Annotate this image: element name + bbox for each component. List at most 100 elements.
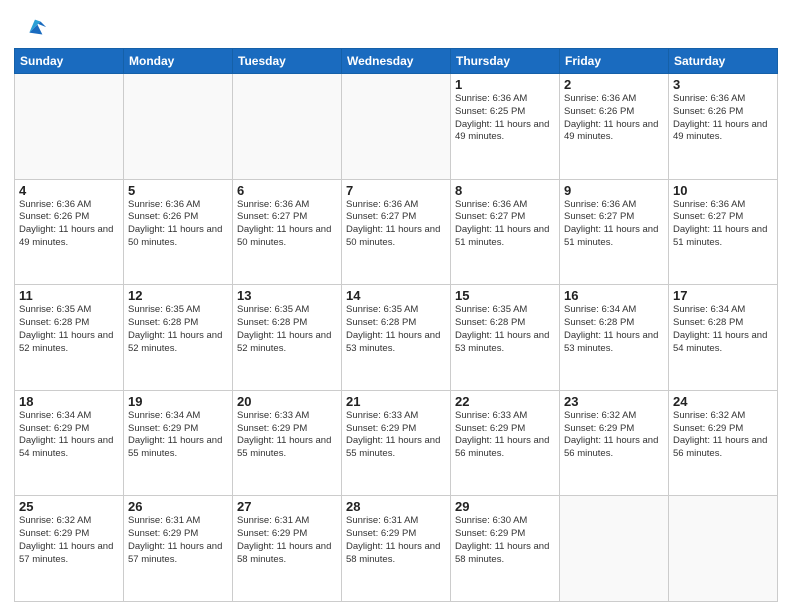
day-number: 25: [19, 499, 119, 514]
calendar-week-row: 11Sunrise: 6:35 AM Sunset: 6:28 PM Dayli…: [15, 285, 778, 391]
calendar-day-cell: [124, 74, 233, 180]
day-info: Sunrise: 6:33 AM Sunset: 6:29 PM Dayligh…: [455, 410, 555, 461]
day-number: 13: [237, 288, 337, 303]
calendar-day-cell: 16Sunrise: 6:34 AM Sunset: 6:28 PM Dayli…: [560, 285, 669, 391]
day-info: Sunrise: 6:35 AM Sunset: 6:28 PM Dayligh…: [455, 304, 555, 355]
day-info: Sunrise: 6:35 AM Sunset: 6:28 PM Dayligh…: [237, 304, 337, 355]
day-number: 17: [673, 288, 773, 303]
day-number: 27: [237, 499, 337, 514]
calendar-week-row: 1Sunrise: 6:36 AM Sunset: 6:25 PM Daylig…: [15, 74, 778, 180]
calendar-day-cell: 6Sunrise: 6:36 AM Sunset: 6:27 PM Daylig…: [233, 179, 342, 285]
calendar-day-cell: [560, 496, 669, 602]
calendar-day-cell: 12Sunrise: 6:35 AM Sunset: 6:28 PM Dayli…: [124, 285, 233, 391]
day-number: 7: [346, 183, 446, 198]
day-number: 24: [673, 394, 773, 409]
calendar-day-cell: 18Sunrise: 6:34 AM Sunset: 6:29 PM Dayli…: [15, 390, 124, 496]
calendar-table: SundayMondayTuesdayWednesdayThursdayFrid…: [14, 48, 778, 602]
weekday-header-saturday: Saturday: [669, 49, 778, 74]
calendar-day-cell: 8Sunrise: 6:36 AM Sunset: 6:27 PM Daylig…: [451, 179, 560, 285]
calendar-week-row: 18Sunrise: 6:34 AM Sunset: 6:29 PM Dayli…: [15, 390, 778, 496]
calendar-day-cell: 27Sunrise: 6:31 AM Sunset: 6:29 PM Dayli…: [233, 496, 342, 602]
day-number: 21: [346, 394, 446, 409]
calendar-day-cell: 23Sunrise: 6:32 AM Sunset: 6:29 PM Dayli…: [560, 390, 669, 496]
calendar-day-cell: 14Sunrise: 6:35 AM Sunset: 6:28 PM Dayli…: [342, 285, 451, 391]
calendar-day-cell: 29Sunrise: 6:30 AM Sunset: 6:29 PM Dayli…: [451, 496, 560, 602]
weekday-header-row: SundayMondayTuesdayWednesdayThursdayFrid…: [15, 49, 778, 74]
weekday-header-tuesday: Tuesday: [233, 49, 342, 74]
calendar-day-cell: 2Sunrise: 6:36 AM Sunset: 6:26 PM Daylig…: [560, 74, 669, 180]
calendar-week-row: 25Sunrise: 6:32 AM Sunset: 6:29 PM Dayli…: [15, 496, 778, 602]
day-info: Sunrise: 6:35 AM Sunset: 6:28 PM Dayligh…: [346, 304, 446, 355]
calendar-week-row: 4Sunrise: 6:36 AM Sunset: 6:26 PM Daylig…: [15, 179, 778, 285]
calendar-day-cell: 9Sunrise: 6:36 AM Sunset: 6:27 PM Daylig…: [560, 179, 669, 285]
calendar-day-cell: 21Sunrise: 6:33 AM Sunset: 6:29 PM Dayli…: [342, 390, 451, 496]
calendar-day-cell: 17Sunrise: 6:34 AM Sunset: 6:28 PM Dayli…: [669, 285, 778, 391]
calendar-day-cell: [15, 74, 124, 180]
logo-bird-icon: [20, 14, 48, 42]
day-info: Sunrise: 6:36 AM Sunset: 6:27 PM Dayligh…: [564, 199, 664, 250]
page: SundayMondayTuesdayWednesdayThursdayFrid…: [0, 0, 792, 612]
calendar-day-cell: 24Sunrise: 6:32 AM Sunset: 6:29 PM Dayli…: [669, 390, 778, 496]
day-number: 15: [455, 288, 555, 303]
day-info: Sunrise: 6:32 AM Sunset: 6:29 PM Dayligh…: [564, 410, 664, 461]
day-info: Sunrise: 6:34 AM Sunset: 6:29 PM Dayligh…: [19, 410, 119, 461]
weekday-header-monday: Monday: [124, 49, 233, 74]
day-info: Sunrise: 6:36 AM Sunset: 6:27 PM Dayligh…: [455, 199, 555, 250]
calendar-day-cell: 1Sunrise: 6:36 AM Sunset: 6:25 PM Daylig…: [451, 74, 560, 180]
day-info: Sunrise: 6:36 AM Sunset: 6:26 PM Dayligh…: [673, 93, 773, 144]
day-info: Sunrise: 6:34 AM Sunset: 6:28 PM Dayligh…: [564, 304, 664, 355]
day-info: Sunrise: 6:30 AM Sunset: 6:29 PM Dayligh…: [455, 515, 555, 566]
calendar-day-cell: 3Sunrise: 6:36 AM Sunset: 6:26 PM Daylig…: [669, 74, 778, 180]
day-info: Sunrise: 6:36 AM Sunset: 6:26 PM Dayligh…: [128, 199, 228, 250]
day-number: 26: [128, 499, 228, 514]
calendar-day-cell: 19Sunrise: 6:34 AM Sunset: 6:29 PM Dayli…: [124, 390, 233, 496]
day-number: 19: [128, 394, 228, 409]
day-number: 20: [237, 394, 337, 409]
day-number: 4: [19, 183, 119, 198]
day-number: 8: [455, 183, 555, 198]
day-number: 1: [455, 77, 555, 92]
day-number: 18: [19, 394, 119, 409]
day-info: Sunrise: 6:33 AM Sunset: 6:29 PM Dayligh…: [237, 410, 337, 461]
day-info: Sunrise: 6:36 AM Sunset: 6:26 PM Dayligh…: [19, 199, 119, 250]
day-number: 10: [673, 183, 773, 198]
calendar-day-cell: 7Sunrise: 6:36 AM Sunset: 6:27 PM Daylig…: [342, 179, 451, 285]
calendar-day-cell: 25Sunrise: 6:32 AM Sunset: 6:29 PM Dayli…: [15, 496, 124, 602]
day-number: 16: [564, 288, 664, 303]
calendar-day-cell: [342, 74, 451, 180]
day-number: 23: [564, 394, 664, 409]
calendar-day-cell: [233, 74, 342, 180]
calendar-day-cell: 28Sunrise: 6:31 AM Sunset: 6:29 PM Dayli…: [342, 496, 451, 602]
day-number: 6: [237, 183, 337, 198]
day-info: Sunrise: 6:32 AM Sunset: 6:29 PM Dayligh…: [19, 515, 119, 566]
day-info: Sunrise: 6:36 AM Sunset: 6:26 PM Dayligh…: [564, 93, 664, 144]
day-number: 22: [455, 394, 555, 409]
day-number: 3: [673, 77, 773, 92]
calendar-day-cell: 22Sunrise: 6:33 AM Sunset: 6:29 PM Dayli…: [451, 390, 560, 496]
weekday-header-thursday: Thursday: [451, 49, 560, 74]
calendar-day-cell: 10Sunrise: 6:36 AM Sunset: 6:27 PM Dayli…: [669, 179, 778, 285]
day-number: 2: [564, 77, 664, 92]
calendar-day-cell: 5Sunrise: 6:36 AM Sunset: 6:26 PM Daylig…: [124, 179, 233, 285]
day-number: 5: [128, 183, 228, 198]
weekday-header-wednesday: Wednesday: [342, 49, 451, 74]
day-info: Sunrise: 6:36 AM Sunset: 6:27 PM Dayligh…: [237, 199, 337, 250]
calendar-day-cell: 13Sunrise: 6:35 AM Sunset: 6:28 PM Dayli…: [233, 285, 342, 391]
day-number: 29: [455, 499, 555, 514]
day-info: Sunrise: 6:31 AM Sunset: 6:29 PM Dayligh…: [346, 515, 446, 566]
day-info: Sunrise: 6:33 AM Sunset: 6:29 PM Dayligh…: [346, 410, 446, 461]
day-info: Sunrise: 6:34 AM Sunset: 6:28 PM Dayligh…: [673, 304, 773, 355]
day-number: 9: [564, 183, 664, 198]
calendar-day-cell: 11Sunrise: 6:35 AM Sunset: 6:28 PM Dayli…: [15, 285, 124, 391]
day-info: Sunrise: 6:36 AM Sunset: 6:27 PM Dayligh…: [346, 199, 446, 250]
day-info: Sunrise: 6:36 AM Sunset: 6:25 PM Dayligh…: [455, 93, 555, 144]
logo: [14, 14, 48, 42]
day-info: Sunrise: 6:36 AM Sunset: 6:27 PM Dayligh…: [673, 199, 773, 250]
calendar-day-cell: 26Sunrise: 6:31 AM Sunset: 6:29 PM Dayli…: [124, 496, 233, 602]
day-info: Sunrise: 6:31 AM Sunset: 6:29 PM Dayligh…: [237, 515, 337, 566]
calendar-day-cell: 4Sunrise: 6:36 AM Sunset: 6:26 PM Daylig…: [15, 179, 124, 285]
day-info: Sunrise: 6:32 AM Sunset: 6:29 PM Dayligh…: [673, 410, 773, 461]
weekday-header-friday: Friday: [560, 49, 669, 74]
day-info: Sunrise: 6:35 AM Sunset: 6:28 PM Dayligh…: [128, 304, 228, 355]
header: [14, 10, 778, 42]
